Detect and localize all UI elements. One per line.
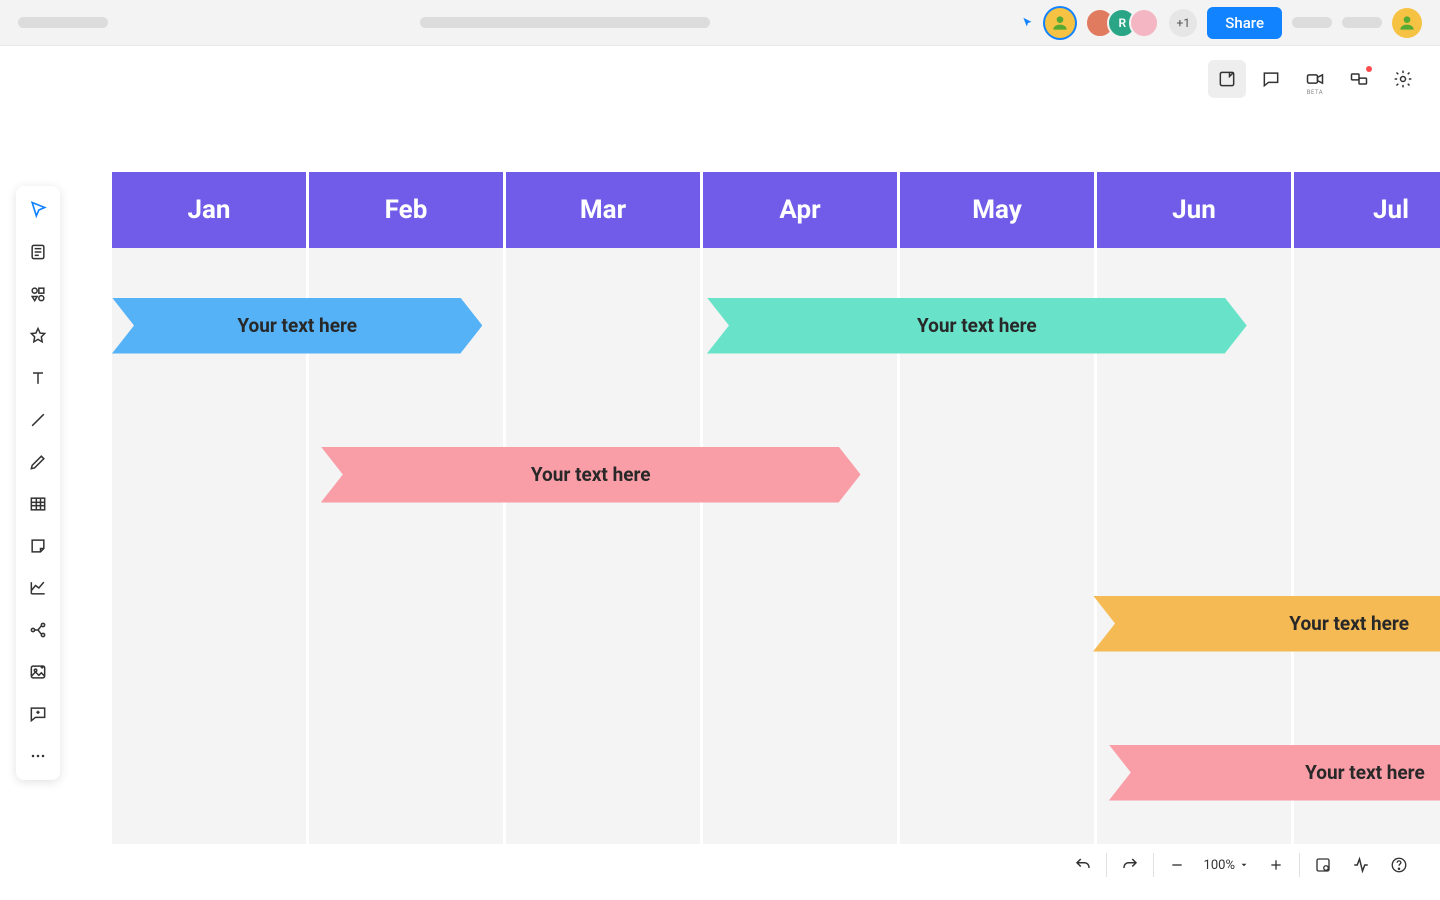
- sticky-tool-icon[interactable]: [24, 532, 52, 560]
- line-tool-icon[interactable]: [24, 406, 52, 434]
- top-bar: R +1 Share: [0, 0, 1440, 46]
- timeline-cell: [900, 695, 1094, 844]
- month-header-cell: Feb: [309, 172, 503, 248]
- presence-avatars[interactable]: R: [1085, 8, 1159, 38]
- comment-tool-icon[interactable]: [24, 700, 52, 728]
- task-label: Your text here: [1289, 612, 1409, 635]
- share-button[interactable]: Share: [1207, 7, 1282, 39]
- star-tool-icon[interactable]: [24, 322, 52, 350]
- title-placeholder[interactable]: [420, 17, 710, 28]
- table-tool-icon[interactable]: [24, 490, 52, 518]
- month-header-cell: Apr: [703, 172, 897, 248]
- bottom-control-bar: 100%: [1060, 844, 1422, 886]
- comments-icon[interactable]: [1252, 60, 1290, 98]
- huddle-icon[interactable]: [1340, 60, 1378, 98]
- timeline-task[interactable]: Your text here: [1093, 596, 1440, 652]
- month-header-cell: May: [900, 172, 1094, 248]
- timeline-cell: [309, 546, 503, 695]
- timeline-canvas[interactable]: JanFebMarAprMayJunJul Your text hereYour…: [112, 172, 1440, 900]
- month-header-cell: Jun: [1097, 172, 1291, 248]
- presence-avatar-self[interactable]: [1045, 8, 1075, 38]
- timeline-cell: [506, 546, 700, 695]
- timeline-cell: [900, 546, 1094, 695]
- help-icon[interactable]: [1382, 848, 1416, 882]
- zoom-in-icon[interactable]: [1259, 848, 1293, 882]
- task-label: Your text here: [917, 314, 1037, 337]
- image-tool-icon[interactable]: [24, 658, 52, 686]
- chart-tool-icon[interactable]: [24, 574, 52, 602]
- more-tools-icon[interactable]: [24, 742, 52, 770]
- timeline-task[interactable]: Your text here: [321, 447, 861, 503]
- timeline-cell: [1097, 397, 1291, 546]
- timeline-cell: [1294, 397, 1440, 546]
- settings-icon[interactable]: [1384, 60, 1422, 98]
- timeline-task[interactable]: Your text here: [1109, 745, 1440, 801]
- timeline-cell: [703, 546, 897, 695]
- month-header-row: JanFebMarAprMayJunJul: [112, 172, 1440, 248]
- timeline-cell: [1294, 248, 1440, 397]
- frame-tool-icon[interactable]: [24, 238, 52, 266]
- timeline-cell: [112, 546, 306, 695]
- timeline-task[interactable]: Your text here: [112, 298, 482, 354]
- presence-overflow-badge[interactable]: +1: [1169, 9, 1197, 37]
- timeline-cell: [506, 248, 700, 397]
- mindmap-tool-icon[interactable]: [24, 616, 52, 644]
- notes-icon[interactable]: [1208, 60, 1246, 98]
- activity-icon[interactable]: [1344, 848, 1378, 882]
- timeline-grid: Your text here Your text here Your text he…: [112, 248, 1440, 844]
- select-tool-icon[interactable]: [24, 196, 52, 224]
- left-toolbar: [16, 186, 60, 780]
- fit-icon[interactable]: [1306, 848, 1340, 882]
- zoom-out-icon[interactable]: [1160, 848, 1194, 882]
- task-label: Your text here: [531, 463, 651, 486]
- action-bar: BETA: [1208, 60, 1422, 98]
- month-header-cell: Jan: [112, 172, 306, 248]
- header-placeholder-1[interactable]: [1292, 17, 1332, 28]
- pen-tool-icon[interactable]: [24, 448, 52, 476]
- zoom-level[interactable]: 100%: [1198, 858, 1255, 873]
- timeline-task[interactable]: Your text here: [707, 298, 1247, 354]
- shapes-tool-icon[interactable]: [24, 280, 52, 308]
- header-placeholder-2[interactable]: [1342, 17, 1382, 28]
- timeline-cell: [112, 695, 306, 844]
- month-header-cell: Jul: [1294, 172, 1440, 248]
- timeline-cell: [112, 397, 306, 546]
- redo-icon[interactable]: [1113, 848, 1147, 882]
- menu-placeholder[interactable]: [18, 17, 108, 28]
- timeline-cell: [506, 695, 700, 844]
- timeline-cell: [703, 695, 897, 844]
- undo-icon[interactable]: [1066, 848, 1100, 882]
- month-header-cell: Mar: [506, 172, 700, 248]
- timeline-cell: [309, 695, 503, 844]
- text-tool-icon[interactable]: [24, 364, 52, 392]
- task-label: Your text here: [1305, 761, 1425, 784]
- video-icon[interactable]: BETA: [1296, 60, 1334, 98]
- task-label: Your text here: [237, 314, 357, 337]
- presence-cursor-icon: [1021, 16, 1035, 30]
- timeline-cell: [900, 397, 1094, 546]
- account-avatar[interactable]: [1392, 8, 1422, 38]
